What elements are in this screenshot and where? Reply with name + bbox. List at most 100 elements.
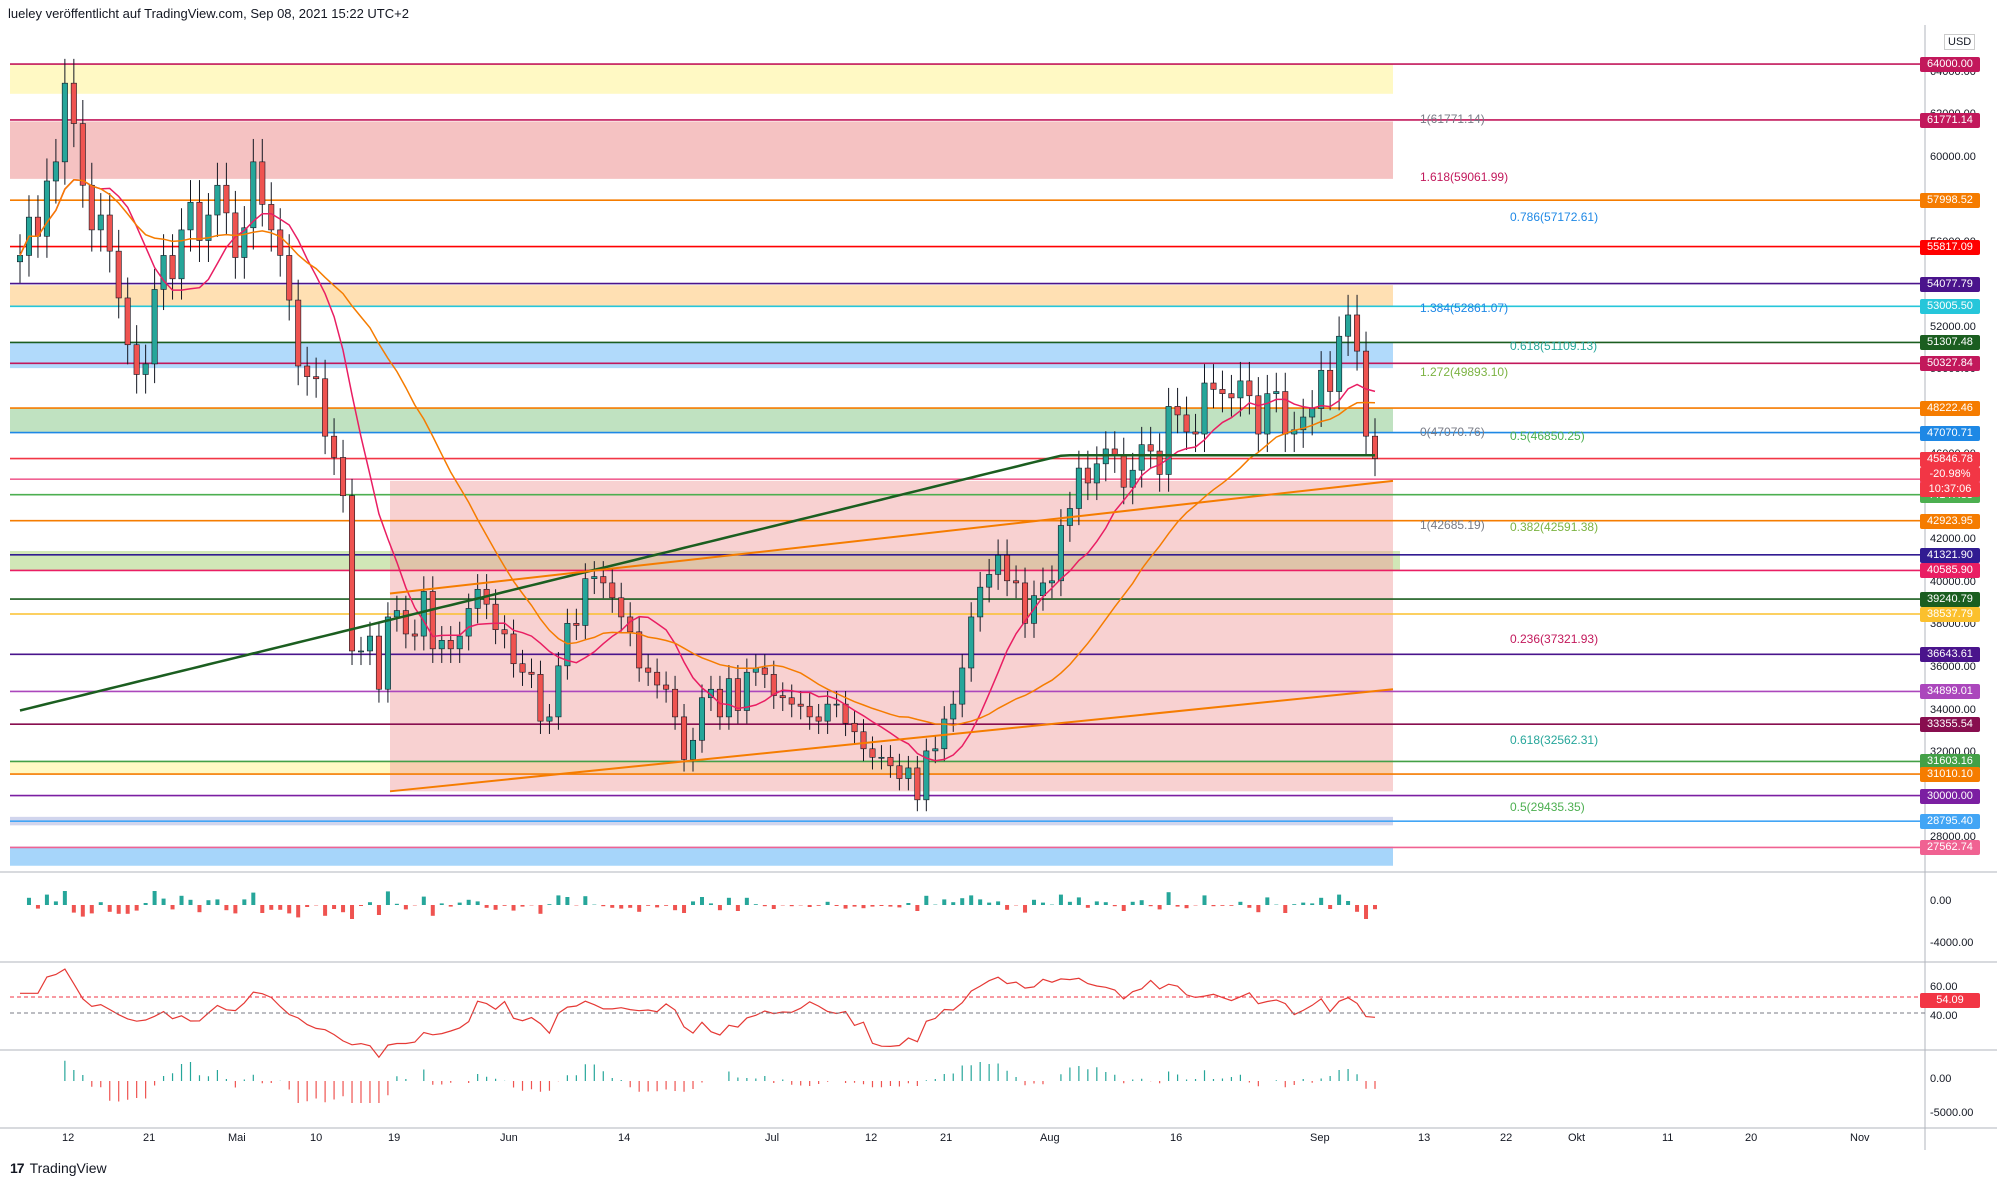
macd-bar [1256,905,1261,913]
macd-bar [107,905,112,912]
chart-header: lueley veröffentlicht auf TradingView.co… [8,6,409,21]
macd-bar [502,905,507,906]
candle-body [932,748,939,752]
fib-label: 0.618(51109.13) [1510,338,1598,353]
macd-tick-label: 0.00 [1930,895,1952,907]
macd-bar [421,896,426,905]
macd-bar [960,898,965,905]
candle-body [537,674,544,722]
macd-bar [358,905,363,906]
macd-bar [1184,905,1189,909]
candle-body [295,299,302,367]
candle-body [887,756,894,767]
macd-bar [125,905,130,914]
macd-bar [951,902,956,905]
candle-body [959,667,966,705]
time-tick-label: 12 [62,1132,75,1144]
price-level-label: 42923.95 [1920,513,1980,529]
time-tick-label: 11 [1662,1132,1674,1144]
macd-bar [251,892,256,905]
candle-body [1354,314,1361,352]
candle-body [447,640,454,650]
macd-bar [735,905,740,911]
macd-bar [682,905,687,913]
time-tick-label: 12 [865,1132,878,1144]
fib-label: 0.618(32562.31) [1510,733,1599,748]
macd-bar [179,895,184,905]
candle-body [124,297,131,346]
fib-label: 0.786(57172.61) [1510,209,1599,224]
macd-bar [1355,905,1360,912]
macd-bar [188,899,193,905]
fib-label: 0.5(46850.25) [1510,429,1585,444]
macd-bar [825,901,830,905]
candle-body [1039,582,1046,596]
macd-bar [1346,901,1351,905]
candle-body [465,608,472,637]
candle-body [582,578,589,626]
candle-body [1174,406,1181,416]
candle-body [698,697,705,741]
candle-body [133,344,140,375]
candle-body [79,123,86,186]
candle-body [519,663,526,673]
macd-bar [484,905,489,908]
macd-bar [771,905,776,909]
candle-body [331,435,338,458]
candle-body [734,678,741,711]
candle-body [1138,444,1145,471]
price-level-label: 61771.14 [1920,112,1980,128]
macd-bar [296,905,301,918]
candle-body [196,201,203,241]
candle-body [743,671,750,711]
candle-body [806,705,813,718]
macd-bar [224,905,229,911]
candle-body [160,255,167,290]
time-tick-label: 22 [1500,1132,1513,1144]
macd-bar [996,901,1001,905]
candle-body [268,204,275,231]
fib-label: 0(47070.76) [1420,424,1485,439]
macd-bar [305,905,310,907]
macd-bar [1202,895,1207,905]
candle-body [106,214,113,252]
macd-bar [1364,905,1369,919]
candle-body [690,739,697,760]
candle-body [788,697,795,705]
price-level-label: 51307.48 [1920,335,1980,351]
price-level-label: 33355.54 [1920,717,1980,733]
macd-bar [385,891,390,905]
price-change-label: -20.98% [1920,466,1980,482]
macd-bar [834,905,839,906]
macd-bar [511,905,516,911]
candle-body [770,674,777,696]
macd-bar [664,905,669,906]
candle-body [52,161,59,182]
candle-body [1282,391,1289,435]
macd-bar [44,894,49,905]
macd-bar [466,899,471,905]
price-tick-label: 52000.00 [1930,320,1976,333]
candle-body [178,229,185,280]
candle-body [842,703,849,724]
macd-bar [493,905,498,910]
macd-bar [116,905,121,914]
candle-body [1022,582,1029,624]
price-level-label: 40585.90 [1920,563,1980,579]
macd-bar [143,903,148,905]
candle-body [277,229,284,256]
candle-body [833,703,840,706]
candle-body [1093,463,1100,484]
macd-bar [520,905,525,907]
trading-chart[interactable] [0,0,1997,1188]
macd-bar [323,905,328,916]
macd-bar [888,905,893,907]
price-zone [10,846,1393,866]
macd-bar [1328,905,1333,909]
macd-bar [1085,905,1090,908]
macd-bar [879,905,884,906]
candle-body [17,255,23,263]
tradingview-brand[interactable]: 17 TradingView [10,1160,107,1176]
macd-bar [448,905,453,907]
macd-bar [646,905,651,906]
